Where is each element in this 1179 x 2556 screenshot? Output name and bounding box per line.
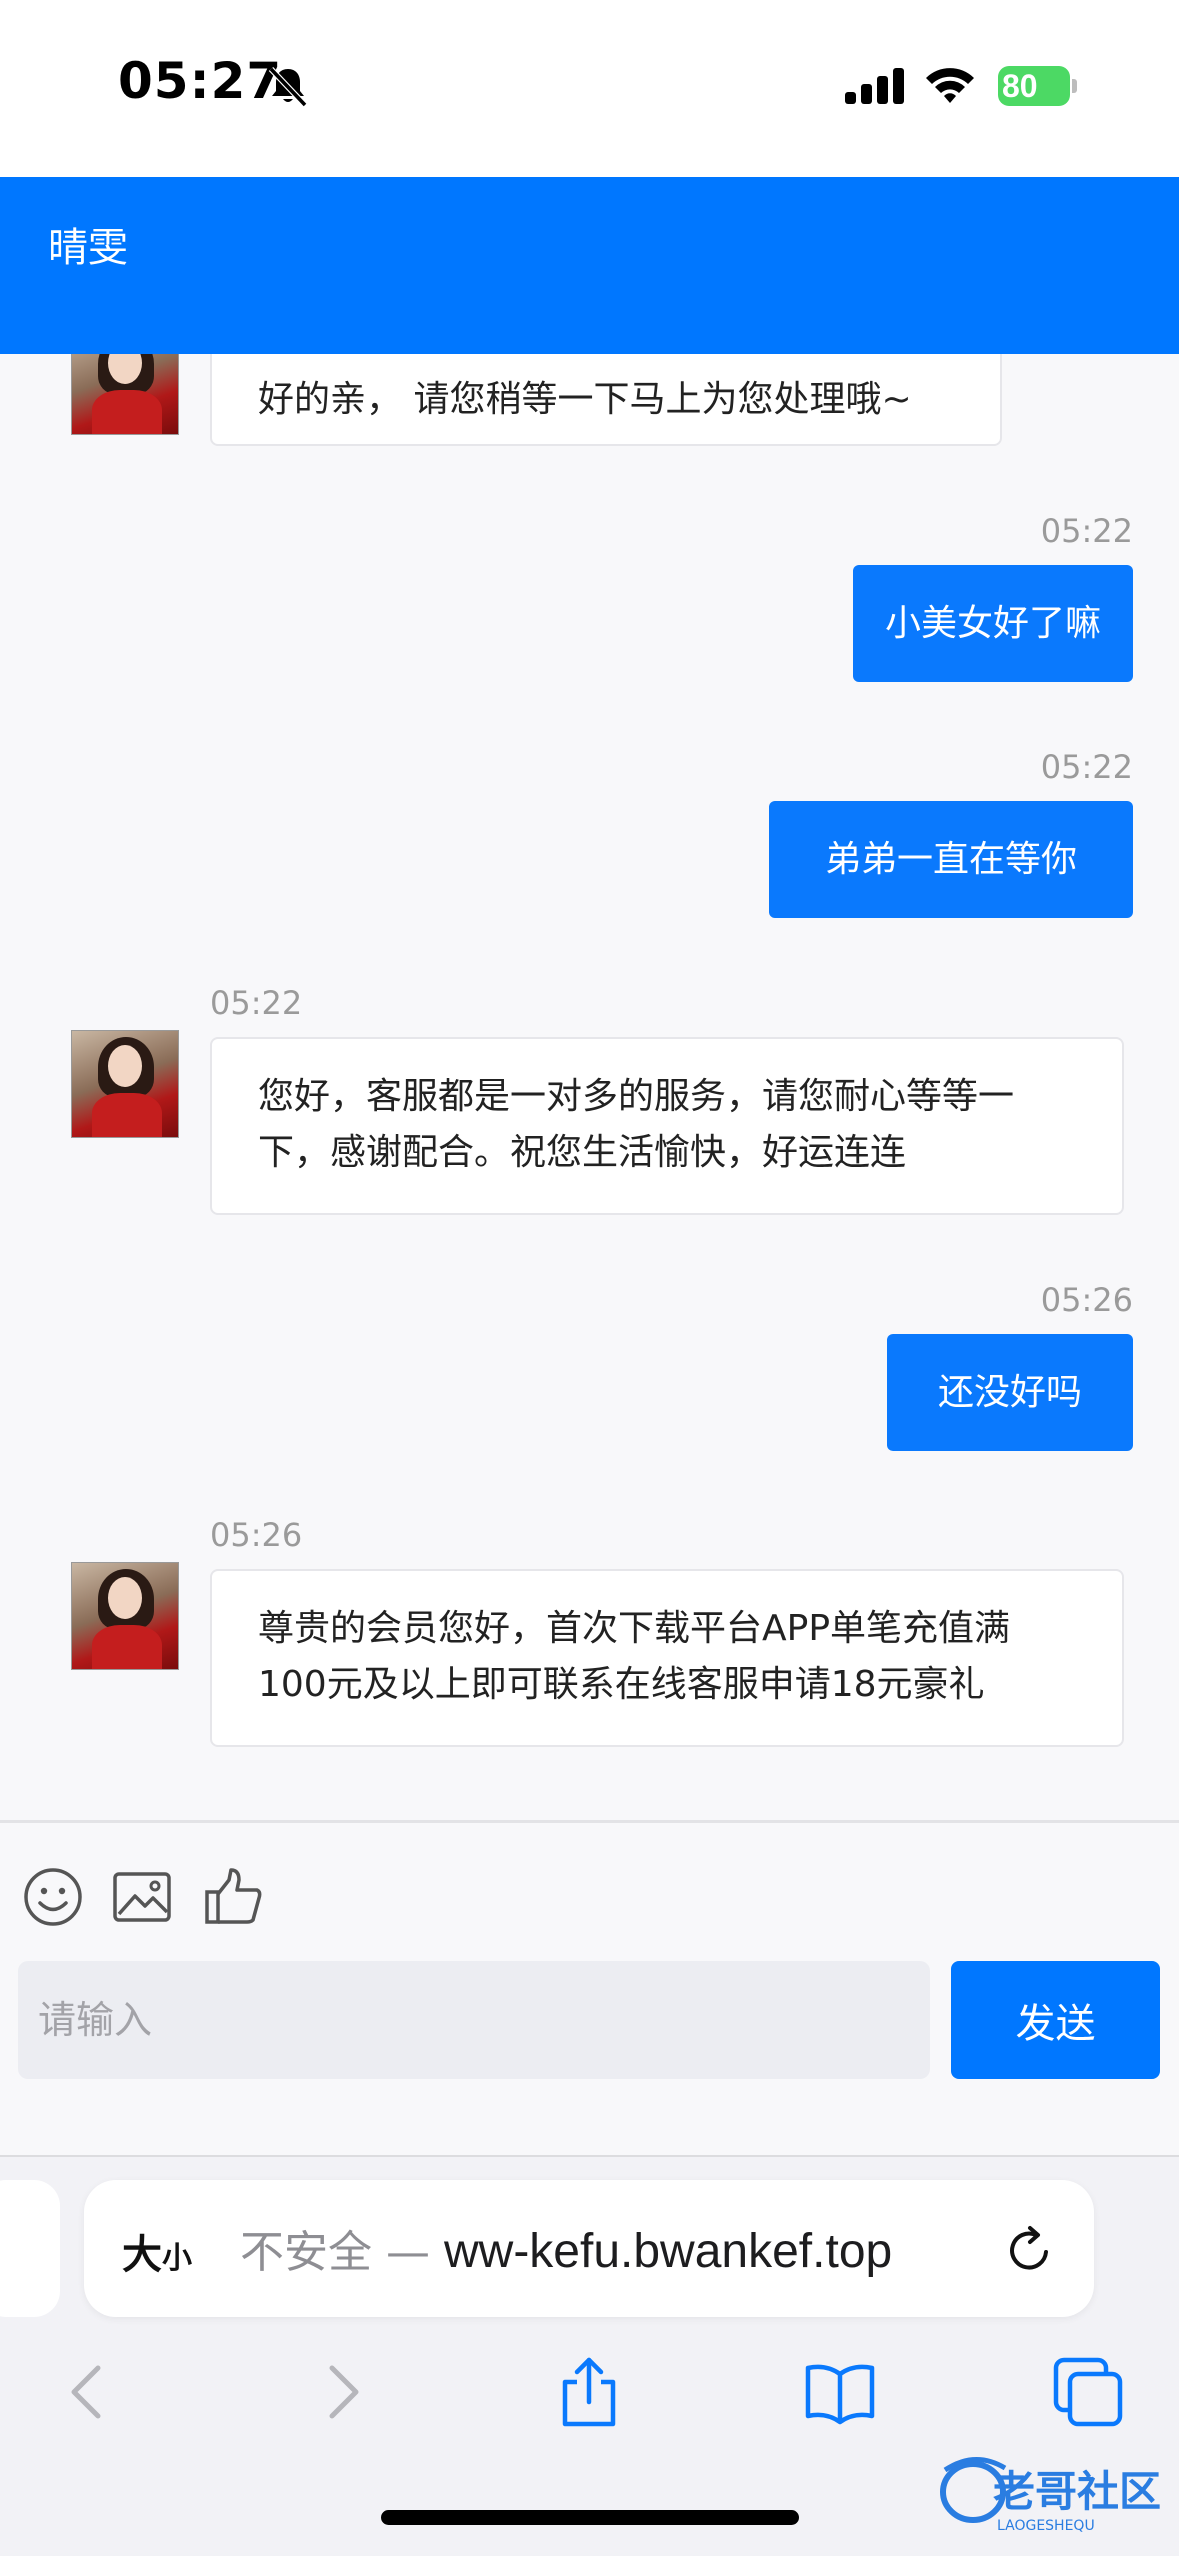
message-list[interactable]: 好的亲， 请您稍等一下马上为您处理哦~ 05:22 小美女好了嘛 05:22 弟…: [0, 354, 1179, 1820]
status-time: 05:27: [118, 52, 283, 110]
message-time: 05:22: [210, 984, 303, 1022]
message-composer: 发送: [0, 1820, 1179, 2155]
address-bar[interactable]: 大小 不安全 — ww-kefu.bwankef.top: [84, 2180, 1094, 2317]
agent-avatar: [71, 1562, 179, 1670]
message-text: 小美女好了嘛: [884, 603, 1101, 644]
url-text: 不安全 — ww-kefu.bwankef.top: [240, 2216, 892, 2280]
battery-indicator: 80: [998, 66, 1078, 106]
cellular-signal-icon: [845, 68, 904, 104]
site-watermark-logo: 老哥社区 LAOGESHEQU: [940, 2457, 1161, 2534]
page-settings-button[interactable]: 大小: [122, 2222, 192, 2280]
battery-level: 80: [1002, 68, 1038, 104]
message-text-line: 您好，客服都是一对多的服务，请您耐心等等一: [258, 1076, 1015, 1117]
agent-avatar: [71, 354, 179, 435]
message-bubble-in: 您好，客服都是一对多的服务，请您耐心等等一 下，感谢配合。祝您生活愉快，好运连连: [210, 1037, 1124, 1215]
message-time: 05:26: [210, 1516, 303, 1554]
share-icon[interactable]: [549, 2352, 629, 2432]
message-text: 弟弟一直在等你: [824, 839, 1077, 880]
message-bubble-out: 还没好吗: [887, 1334, 1133, 1451]
message-bubble-in: 尊贵的会员您好，首次下载平台APP单笔充值满 100元及以上即可联系在线客服申请…: [210, 1569, 1124, 1747]
send-button[interactable]: 发送: [951, 1961, 1160, 2079]
aa-big-label: 大: [122, 2232, 162, 2278]
watermark-text: 老哥社区: [993, 2467, 1161, 2516]
message-bubble-in: 好的亲， 请您稍等一下马上为您处理哦~: [210, 354, 1002, 446]
aa-small-label: 小: [162, 2241, 192, 2276]
wifi-icon: [926, 68, 974, 103]
url-domain: ww-kefu.bwankef.top: [443, 2225, 893, 2278]
message-time: 05:22: [1040, 748, 1133, 786]
emoji-icon[interactable]: [22, 1866, 84, 1928]
forward-icon[interactable]: [302, 2352, 382, 2432]
message-time: 05:22: [1040, 512, 1133, 550]
message-text-line: 下，感谢配合。祝您生活愉快，好运连连: [258, 1132, 907, 1173]
bell-muted-icon: [268, 66, 308, 108]
status-bar: 05:27 80: [0, 0, 1179, 177]
home-indicator[interactable]: [381, 2510, 799, 2525]
message-bubble-out: 弟弟一直在等你: [769, 801, 1133, 918]
agent-name: 晴雯: [48, 225, 128, 271]
message-text: 好的亲， 请您稍等一下马上为您处理哦~: [258, 379, 912, 420]
message-text-line: 100元及以上即可联系在线客服申请18元豪礼: [258, 1664, 985, 1705]
message-input[interactable]: [18, 1961, 930, 2079]
message-text: 还没好吗: [937, 1372, 1082, 1413]
message-time: 05:26: [1040, 1281, 1133, 1319]
agent-avatar: [71, 1030, 179, 1138]
watermark-subtext: LAOGESHEQU: [997, 2518, 1095, 2534]
message-text-line: 尊贵的会员您好，首次下载平台APP单笔充值满: [258, 1608, 1011, 1649]
back-icon[interactable]: [48, 2352, 128, 2432]
message-bubble-out: 小美女好了嘛: [853, 565, 1133, 682]
chat-header: 晴雯: [0, 177, 1179, 354]
tabs-icon[interactable]: [1048, 2352, 1128, 2432]
previous-tab-peek[interactable]: [0, 2180, 60, 2317]
bookmarks-icon[interactable]: [800, 2352, 880, 2432]
not-secure-label: 不安全 —: [240, 2227, 444, 2278]
reload-icon[interactable]: [1002, 2222, 1058, 2278]
thumbs-up-icon[interactable]: [203, 1866, 265, 1928]
image-icon[interactable]: [111, 1866, 173, 1928]
